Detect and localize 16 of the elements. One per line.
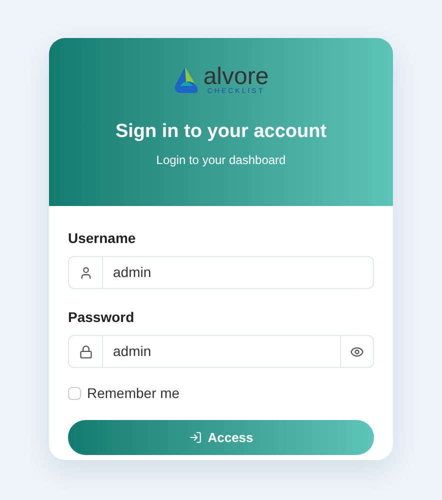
login-icon (188, 431, 202, 444)
checkbox[interactable] (68, 387, 81, 400)
input-field[interactable]: admin (103, 336, 340, 367)
logo-icon (173, 66, 200, 96)
user-icon (78, 266, 92, 280)
input-group[interactable]: admin (68, 256, 374, 289)
checkbox-label: Remember me (87, 384, 180, 403)
field-label: Username (68, 229, 137, 248)
header-subtitle: Login to your dashboard (156, 152, 286, 168)
header-title: Sign in to your account (115, 120, 327, 144)
lock-icon (78, 344, 92, 358)
input-field[interactable]: admin (103, 257, 373, 288)
field-label: Password (68, 308, 136, 327)
logo-name: alvore (203, 66, 269, 88)
eye-icon[interactable] (350, 344, 364, 358)
input-group[interactable]: admin (68, 335, 374, 368)
